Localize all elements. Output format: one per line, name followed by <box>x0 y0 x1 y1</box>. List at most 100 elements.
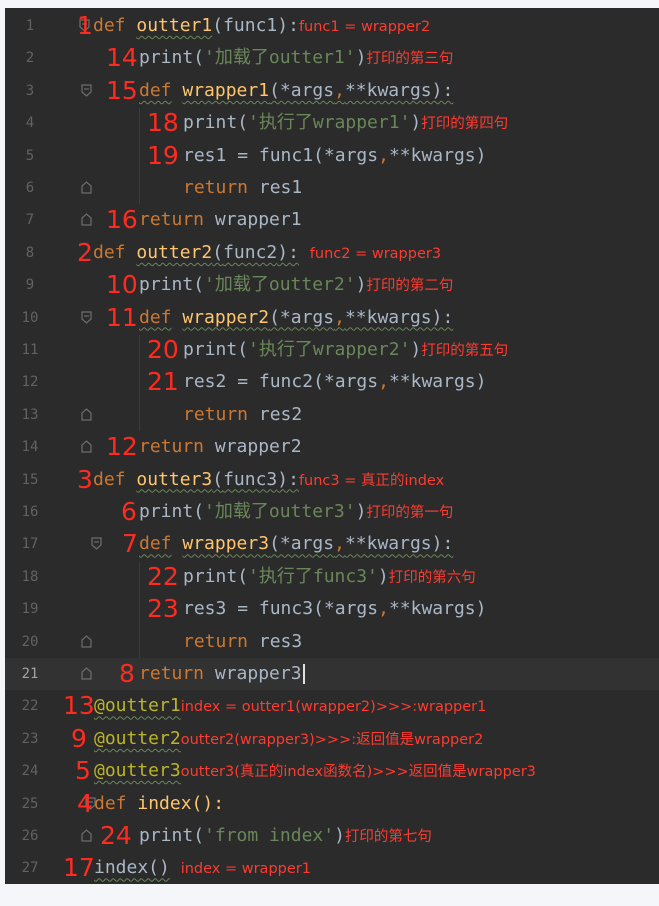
fold-end-icon[interactable] <box>81 407 92 421</box>
code-line[interactable]: 22 13 @outter1index = outter1(wrapper2)>… <box>5 690 659 722</box>
function-name: outter1 <box>136 15 213 36</box>
code-text: @outter3outter3(真正的index函数名)>>>返回值是wrapp… <box>94 755 536 788</box>
line-number: 2 <box>25 50 35 67</box>
keyword: def <box>139 533 172 555</box>
code-text: print('加载了outter3')打印的第一句 <box>139 501 454 522</box>
fold-icon[interactable] <box>81 84 92 97</box>
step-number: 7 <box>122 529 138 559</box>
line-number: 23 <box>21 730 39 747</box>
step-number: 14 <box>106 43 138 73</box>
annotation: 打印的第一句 <box>366 505 454 521</box>
step-number: 2 <box>77 237 93 267</box>
step-number: 21 <box>147 367 179 397</box>
step-number: 12 <box>106 432 138 462</box>
code-line[interactable]: 18 22 print('执行了func3')打印的第六句 <box>5 561 659 593</box>
code-line[interactable]: 15 3 def outter3(func3):func3 = 真正的index <box>5 464 659 496</box>
code-text: return res3 <box>183 626 302 658</box>
param: (*args <box>269 79 335 101</box>
step-number: 9 <box>71 723 87 753</box>
line-number: 26 <box>21 828 39 844</box>
code-line[interactable]: 1 1 def outter1(func1):func1 = wrapper2 <box>5 10 659 42</box>
keyword: return <box>139 663 205 684</box>
step-number: 22 <box>147 561 179 591</box>
fold-end-icon[interactable] <box>81 634 92 648</box>
code-line[interactable]: 10 11 def wrapper2(*args,**kwargs): <box>5 302 659 334</box>
code-line[interactable]: 26 24 print('from index')打印的第七句 <box>5 820 659 852</box>
code-line[interactable]: 16 6 print('加载了outter3')打印的第一句 <box>5 496 659 528</box>
fold-icon[interactable] <box>81 310 92 324</box>
param: (*args <box>269 306 335 328</box>
annotation: 打印的第五句 <box>421 343 509 359</box>
builtin: print <box>139 274 194 296</box>
code-line[interactable]: 12 21 res2 = func2(*args,**kwargs) <box>5 366 659 398</box>
code-text: return wrapper1 <box>139 204 302 236</box>
decorator: @outter2 <box>94 727 181 749</box>
code-line[interactable]: 8 2 def outter2(func2): func2 = wrapper3 <box>5 237 659 269</box>
step-number: 18 <box>147 108 179 138</box>
keyword: def <box>139 79 172 101</box>
code-line[interactable]: 7 16 return wrapper1 <box>5 204 659 236</box>
code-text: def outter3(func3):func3 = 真正的index <box>93 468 445 490</box>
code-line[interactable]: 27 17 index() index = wrapper1 <box>5 852 659 884</box>
fold-end-icon[interactable] <box>81 213 92 226</box>
code-line[interactable]: 25 4 def index(): <box>5 788 659 820</box>
step-number: 24 <box>100 821 132 850</box>
step-number: 1 <box>77 11 93 40</box>
code-text: @outter1index = outter1(wrapper2)>>>:wra… <box>94 690 486 723</box>
code-line[interactable]: 4 18 print('执行了wrapper1')打印的第四句 <box>5 107 659 139</box>
line-number: 13 <box>21 406 39 423</box>
step-number: 17 <box>63 853 95 883</box>
variable: wrapper2 <box>214 436 302 458</box>
code-line[interactable]: 23 9 @outter2outter2(wrapper3)>>>:返回值是wr… <box>5 723 659 755</box>
code-line[interactable]: 14 12 return wrapper2 <box>5 431 659 463</box>
code-editor[interactable]: 1 1 def outter1(func1):func1 = wrapper2 … <box>5 8 659 884</box>
string: '执行了wrapper1' <box>248 112 411 134</box>
code-text: res3 = func3(*args,**kwargs) <box>183 598 487 620</box>
keyword: return <box>183 177 249 198</box>
fold-end-icon[interactable] <box>81 440 92 453</box>
function-name: index(): <box>137 792 225 814</box>
builtin: print <box>139 501 194 522</box>
decorator: @outter3 <box>94 760 181 782</box>
line-number: 12 <box>21 374 39 391</box>
code-text: return wrapper2 <box>139 431 302 463</box>
call: func2 <box>258 371 314 393</box>
code-line[interactable]: 19 23 res3 = func3(*args,**kwargs) <box>5 593 659 625</box>
annotation: index = outter1(wrapper2)>>>:wrapper1 <box>180 699 487 716</box>
keyword: return <box>183 630 249 652</box>
code-text: def outter1(func1):func1 = wrapper2 <box>93 15 431 36</box>
code-line[interactable]: 5 19 res1 = func1(*args,**kwargs) <box>5 140 659 172</box>
decorator: @outter1 <box>94 695 181 717</box>
line-number: 17 <box>21 536 39 553</box>
line-number: 15 <box>21 471 39 488</box>
code-line[interactable]: 20 return res3 <box>5 626 659 658</box>
fold-end-icon[interactable] <box>81 667 92 680</box>
code-text: return res2 <box>183 399 302 431</box>
code-line[interactable]: 17 7 def wrapper3(*args,**kwargs): <box>5 528 659 560</box>
fold-end-icon[interactable] <box>81 829 92 842</box>
line-number: 8 <box>25 244 35 261</box>
code-line[interactable]: 9 10 print('加载了outter2')打印的第二句 <box>5 269 659 301</box>
code-line[interactable]: 13 return res2 <box>5 399 659 431</box>
text-cursor <box>302 664 305 684</box>
call: func3 <box>258 598 314 620</box>
annotation: 打印的第二句 <box>366 278 454 295</box>
string: 'from index' <box>204 825 335 846</box>
variable: res1 <box>183 144 227 166</box>
code-line[interactable]: 11 20 print('执行了wrapper2')打印的第五句 <box>5 334 659 366</box>
param: **kwargs): <box>344 306 454 328</box>
builtin: print <box>139 825 194 846</box>
code-line[interactable]: 3 15 def wrapper1(*args,**kwargs): <box>5 75 659 107</box>
code-line[interactable]: 6 return res1 <box>5 172 659 204</box>
annotation: 打印的第四句 <box>421 116 509 133</box>
line-number: 9 <box>25 277 35 294</box>
code-line[interactable]: 2 14 print('加载了outter1')打印的第三句 <box>5 42 659 74</box>
builtin: print <box>183 339 238 360</box>
code-line[interactable]: 24 5 @outter3outter3(真正的index函数名)>>>返回值是… <box>5 755 659 787</box>
fold-icon[interactable] <box>91 537 102 551</box>
step-number: 19 <box>147 140 179 170</box>
call: func1 <box>258 144 314 166</box>
fold-end-icon[interactable] <box>81 181 92 194</box>
annotation: 打印的第七句 <box>344 829 432 845</box>
code-line-current[interactable]: 21 8 return wrapper3 <box>5 658 659 691</box>
